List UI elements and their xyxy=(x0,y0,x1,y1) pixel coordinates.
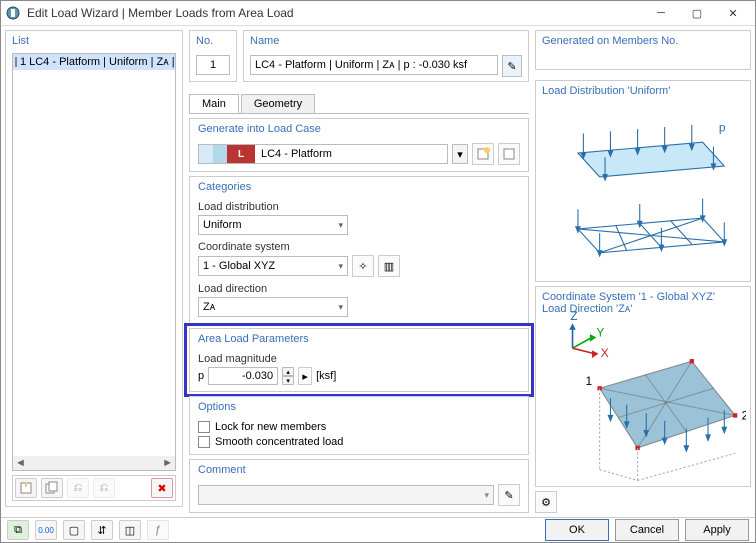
footer-icon-4[interactable]: ⇵ xyxy=(91,520,113,540)
edit-name-icon[interactable]: ✎ xyxy=(502,55,522,77)
list-item-checkbox[interactable] xyxy=(15,57,17,67)
coord-label: Coordinate system xyxy=(198,241,520,253)
diagram-coordinate-system: Coordinate System '1 - Global XYZ' Load … xyxy=(535,286,751,488)
minimize-button[interactable]: ─ xyxy=(643,1,679,25)
ok-button[interactable]: OK xyxy=(545,519,609,541)
tab-main[interactable]: Main xyxy=(189,94,239,113)
spin-down-icon[interactable]: ▾ xyxy=(282,376,294,385)
tabs: Main Geometry xyxy=(189,94,529,114)
spin-up-icon[interactable]: ▴ xyxy=(282,367,294,376)
footer-icon-units[interactable]: 0.00 xyxy=(35,520,57,540)
dist-select[interactable]: Uniform▾ xyxy=(198,215,348,235)
categories-title: Categories xyxy=(190,177,528,195)
loadcase-dropdown-icon[interactable]: ▾ xyxy=(452,144,468,164)
list-title: List xyxy=(6,31,182,49)
footer-icon-details[interactable]: ⧉ xyxy=(7,520,29,540)
footer-icon-3[interactable]: ▢ xyxy=(63,520,85,540)
coord-value: 1 - Global XYZ xyxy=(203,260,275,272)
loadcase-text: LC4 - Platform xyxy=(255,148,338,160)
loadcase-lib-icon[interactable] xyxy=(498,143,520,165)
list-item-index: 1 xyxy=(20,56,26,68)
svg-text:2: 2 xyxy=(742,408,746,422)
no-input[interactable] xyxy=(196,55,230,75)
loadcase-new-icon[interactable] xyxy=(472,143,494,165)
tab-geometry[interactable]: Geometry xyxy=(241,94,315,113)
list-item[interactable]: 1 LC4 - Platform | Uniform | Zᴀ | p : -0… xyxy=(13,54,175,70)
cancel-button[interactable]: Cancel xyxy=(615,519,679,541)
loadcase-badge: L xyxy=(227,145,255,163)
comment-title: Comment xyxy=(190,460,528,478)
toolbar-icon-3[interactable]: ⎌ xyxy=(67,478,89,498)
coord-select[interactable]: 1 - Global XYZ▾ xyxy=(198,256,348,276)
loadcase-select[interactable]: L LC4 - Platform xyxy=(198,144,448,164)
name-title: Name xyxy=(244,31,528,49)
list-box[interactable]: 1 LC4 - Platform | Uniform | Zᴀ | p : -0… xyxy=(12,53,176,471)
app-icon xyxy=(5,5,21,21)
footer-icon-6[interactable]: ƒ xyxy=(147,520,169,540)
toolbar-icon-4[interactable]: ⎌ xyxy=(93,478,115,498)
comment-edit-icon[interactable]: ✎ xyxy=(498,484,520,506)
magnitude-input[interactable] xyxy=(208,367,278,385)
smooth-label: Smooth concentrated load xyxy=(215,436,343,448)
options-title: Options xyxy=(190,397,528,415)
area-load-parameters-panel: Area Load Parameters Load magnitude p ▴▾… xyxy=(189,328,529,392)
smooth-checkbox[interactable]: Smooth concentrated load xyxy=(198,436,520,448)
lock-checkbox[interactable]: Lock for new members xyxy=(198,421,520,433)
dir-select[interactable]: Zᴀ▾ xyxy=(198,297,348,317)
dist-value: Uniform xyxy=(203,219,242,231)
footer-icon-5[interactable]: ◫ xyxy=(119,520,141,540)
list-item-label: LC4 - Platform | Uniform | Zᴀ | p : -0.0… xyxy=(29,56,176,68)
titlebar: Edit Load Wizard | Member Loads from Are… xyxy=(1,1,755,26)
close-button[interactable]: ✕ xyxy=(715,1,751,25)
name-input[interactable] xyxy=(250,55,498,75)
diagram-options-icon[interactable]: ⚙ xyxy=(535,491,557,513)
dir-value: Zᴀ xyxy=(203,301,215,313)
params-title: Area Load Parameters xyxy=(190,329,528,347)
lock-label: Lock for new members xyxy=(215,421,326,433)
new-icon[interactable] xyxy=(15,478,37,498)
param-unit: [ksf] xyxy=(316,370,336,382)
svg-text:X: X xyxy=(601,345,609,359)
diagram-load-distribution: Load Distribution 'Uniform' xyxy=(535,80,751,282)
comment-input[interactable]: ▾ xyxy=(198,485,494,505)
magnitude-picker-icon[interactable]: ▸ xyxy=(298,367,312,385)
delete-icon[interactable]: ✖ xyxy=(151,478,173,498)
coord-lib-icon[interactable]: ▥ xyxy=(378,255,400,277)
svg-text:Y: Y xyxy=(596,325,604,339)
coord-new-icon[interactable]: ✧ xyxy=(352,255,374,277)
mag-label: Load magnitude xyxy=(198,353,520,365)
no-title: No. xyxy=(190,31,236,49)
list-scrollbar[interactable]: ◄► xyxy=(13,456,175,470)
svg-text:p: p xyxy=(719,120,726,134)
svg-text:1: 1 xyxy=(586,374,593,388)
svg-text:Z: Z xyxy=(570,309,577,323)
dir-label: Load direction xyxy=(198,283,520,295)
copy-icon[interactable] xyxy=(41,478,63,498)
generated-title: Generated on Members No. xyxy=(536,31,750,49)
window-title: Edit Load Wizard | Member Loads from Are… xyxy=(27,6,643,20)
dist-label: Load distribution xyxy=(198,201,520,213)
maximize-button[interactable]: ▢ xyxy=(679,1,715,25)
loadcase-title: Generate into Load Case xyxy=(190,119,528,137)
param-symbol: p xyxy=(198,370,204,382)
apply-button[interactable]: Apply xyxy=(685,519,749,541)
